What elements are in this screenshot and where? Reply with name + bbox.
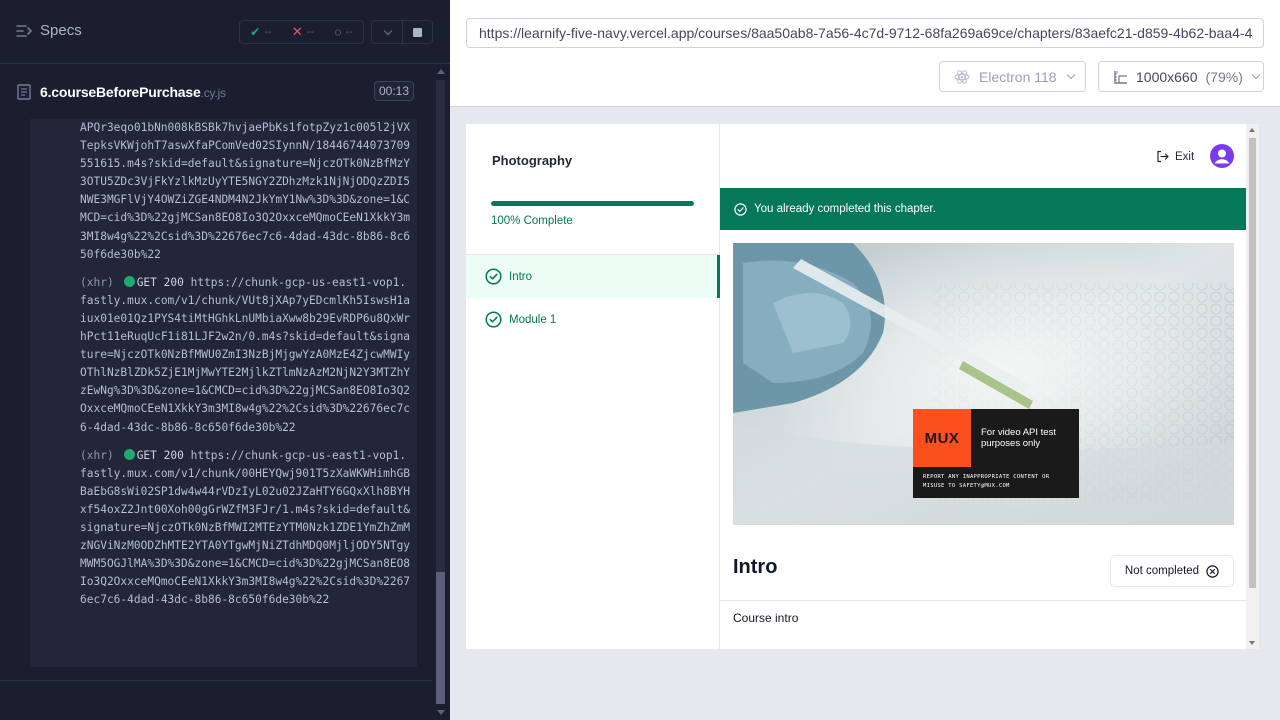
- specs-label: Specs: [40, 22, 82, 39]
- url-field[interactable]: https://learnify-five-navy.vercel.app/co…: [466, 18, 1264, 48]
- chapter-title: Intro: [733, 556, 778, 578]
- exit-label: Exit: [1175, 150, 1195, 163]
- aut-header: https://learnify-five-navy.vercel.app/co…: [450, 0, 1280, 107]
- specs-toggle[interactable]: Specs: [16, 22, 82, 39]
- course-title: Photography: [492, 153, 573, 168]
- user-avatar-icon[interactable]: [1210, 144, 1234, 168]
- stop-button[interactable]: [401, 21, 433, 43]
- browser-name: Electron 118: [979, 68, 1057, 85]
- viewport-zoom: (79%): [1205, 68, 1243, 85]
- mux-test-notice: For video API test purposes only: [981, 427, 1056, 449]
- test-stats: ✔ -- ✕ -- ◌ --: [239, 20, 364, 44]
- logout-icon: [1157, 150, 1169, 163]
- pending-count: --: [345, 26, 353, 38]
- passed-count: --: [264, 26, 272, 38]
- check-icon: ✔: [250, 25, 261, 39]
- x-icon: ✕: [291, 24, 303, 39]
- pending-stat: ◌ --: [334, 25, 352, 39]
- chapter-description: Course intro: [733, 611, 799, 625]
- app-under-test: Photography 100% Complete Intro Module 1: [466, 124, 1259, 649]
- scroll-down-arrow-icon[interactable]: [1249, 641, 1255, 645]
- log-url: https://chunk-gcp-us-east1-vop1.fastly.m…: [80, 448, 411, 607]
- check-circle-icon: [485, 311, 502, 328]
- mux-logo: MUX: [913, 409, 971, 467]
- x-circle-icon: [1206, 564, 1219, 578]
- document-icon: [17, 84, 31, 100]
- sidebar-item-label: Intro: [509, 270, 533, 283]
- completed-banner: You already completed this chapter.: [720, 188, 1246, 230]
- chapter-main: Exit You already completed this chapter.: [720, 124, 1259, 649]
- scrollbar-thumb[interactable]: [436, 572, 445, 704]
- log-method: GET 200: [136, 275, 184, 289]
- cypress-runner-panel: Specs ✔ -- ✕ -- ◌ -- 6.courseBeforePurch…: [0, 0, 450, 720]
- command-log-scrollbar[interactable]: [433, 64, 450, 720]
- scroll-down-arrow-icon[interactable]: [437, 710, 445, 715]
- sidebar-item-label: Module 1: [509, 313, 557, 326]
- log-fragment: APQr3eqo01bNn008kBSBk7hvjaePbKs1fotpZyz1…: [80, 121, 411, 261]
- command-log: APQr3eqo01bNn008kBSBk7hvjaePbKs1fotpZyz1…: [30, 119, 417, 667]
- mux-watermark: MUX For video API test purposes only REP…: [913, 409, 1079, 498]
- banner-text: You already completed this chapter.: [754, 203, 936, 215]
- log-entry[interactable]: (xhr) GET 200 https://chunk-gcp-us-east1-…: [30, 274, 417, 437]
- sidebar-item-module-1[interactable]: Module 1: [466, 298, 720, 341]
- chevron-down-icon: [1066, 70, 1075, 80]
- log-tag: (xhr): [80, 275, 114, 289]
- divider: [720, 600, 1246, 601]
- sidebar-item-intro[interactable]: Intro: [466, 255, 720, 298]
- browser-selector[interactable]: Electron 118: [939, 61, 1086, 92]
- check-circle-icon: [485, 268, 502, 285]
- run-controls: [371, 20, 433, 44]
- log-url: https://chunk-gcp-us-east1-vop1.fastly.m…: [80, 275, 411, 434]
- status-dot-icon: [123, 275, 135, 287]
- video-player[interactable]: MUX For video API test purposes only REP…: [733, 243, 1234, 525]
- scroll-up-arrow-icon[interactable]: [437, 69, 445, 74]
- check-circle-icon: [734, 202, 747, 216]
- spec-duration: 00:13: [374, 81, 414, 101]
- status-dot-icon: [123, 448, 135, 460]
- course-sidebar: Photography 100% Complete Intro Module 1: [466, 124, 720, 649]
- course-progress-fill: [491, 201, 694, 206]
- stop-icon: [412, 27, 422, 37]
- course-progress-bar: [491, 201, 694, 206]
- specs-header: Specs ✔ -- ✕ -- ◌ --: [0, 0, 450, 64]
- app-scrollbar[interactable]: [1246, 124, 1259, 649]
- spec-filename: 6.courseBeforePurchase.cy.js: [40, 84, 226, 100]
- viewport-info[interactable]: 1000x660 (79%): [1098, 61, 1264, 92]
- log-entry[interactable]: (xhr) GET 200 https://chunk-gcp-us-east1-…: [30, 447, 417, 610]
- exit-button[interactable]: Exit: [1156, 150, 1194, 163]
- passed-stat: ✔ --: [250, 25, 271, 39]
- chevron-down-icon: [1251, 70, 1261, 80]
- mux-disclaimer: REPORT ANY INAPPROPRIATE CONTENT OR MISU…: [923, 474, 1050, 489]
- log-method: GET 200: [136, 448, 184, 462]
- scrollbar-thumb[interactable]: [1249, 138, 1256, 588]
- collapse-button[interactable]: [372, 21, 402, 43]
- course-progress-text: 100% Complete: [491, 215, 573, 227]
- mark-completion-button[interactable]: Not completed: [1110, 555, 1234, 587]
- completion-button-label: Not completed: [1124, 565, 1200, 577]
- aut-panel: https://learnify-five-navy.vercel.app/co…: [450, 0, 1280, 720]
- viewport-size: 1000x660: [1136, 68, 1198, 85]
- viewport-ruler-icon: [1114, 70, 1127, 84]
- specs-menu-icon: [16, 24, 32, 37]
- log-tag: (xhr): [80, 448, 114, 462]
- pending-circle-icon: ◌: [334, 25, 342, 39]
- spec-file-row[interactable]: 6.courseBeforePurchase.cy.js: [0, 64, 432, 119]
- divider: [0, 680, 432, 681]
- failed-count: --: [306, 26, 315, 38]
- spec-file-ext: .cy.js: [200, 86, 226, 100]
- electron-icon: [954, 69, 970, 84]
- failed-stat: ✕ --: [292, 24, 314, 40]
- spec-file-name: 6.courseBeforePurchase: [40, 84, 201, 100]
- scroll-up-arrow-icon[interactable]: [1249, 128, 1255, 132]
- chevron-down-icon: [383, 26, 392, 35]
